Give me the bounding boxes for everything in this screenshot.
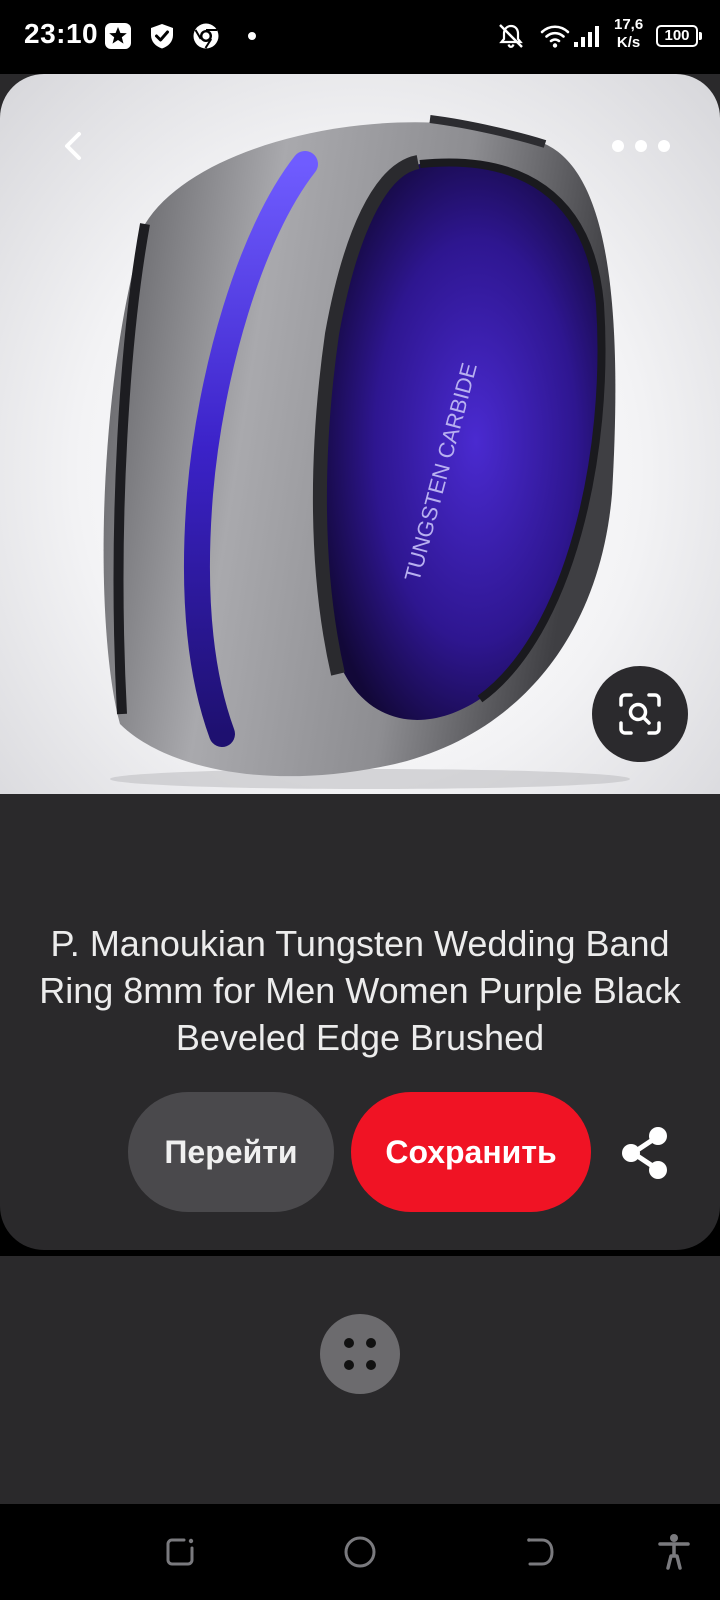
more-pins-area [0,1256,720,1504]
lens-search-icon [619,693,661,735]
network-speed: 17,6 K/s [614,16,643,52]
grid-dot-icon [366,1338,376,1348]
wifi-icon [540,25,570,48]
status-time: 23:10 [24,18,99,49]
save-button[interactable]: Сохранить [351,1092,591,1212]
more-dot-icon [612,140,624,152]
visual-search-button[interactable] [592,666,688,762]
share-icon[interactable] [616,1124,674,1182]
accessibility-icon[interactable] [654,1532,694,1572]
more-ideas-button[interactable] [320,1314,400,1394]
notifications-off-icon [499,24,523,48]
home-icon[interactable] [340,1532,380,1572]
grid-dot-icon [344,1360,354,1370]
battery-indicator: 100 [656,25,702,47]
network-speed-value: 17,6 [614,16,644,33]
back-nav-icon[interactable] [520,1532,560,1572]
cellular-signal-icon [574,26,599,47]
grid-dot-icon [344,1338,354,1348]
shield-icon [151,24,173,49]
pin-image[interactable]: TUNGSTEN CARBIDE [0,74,720,794]
pin-title: P. Manoukian Tungsten Wedding Band Ring … [39,923,681,1058]
more-dot-icon [658,140,670,152]
network-speed-unit: K/s [616,34,641,51]
pin-card: TUNGSTEN CARBIDE P. Manoukian Tungsten W… [0,74,720,1250]
more-options-button[interactable] [612,126,670,166]
chrome-icon [193,23,219,49]
visit-button[interactable]: Перейти [128,1092,334,1212]
status-bar: 23:10 17,6 K/s 100 [0,0,720,74]
system-navigation-bar [0,1504,720,1600]
more-dot-icon [635,140,647,152]
grid-dot-icon [366,1360,376,1370]
star-notification-icon [105,23,131,49]
chevron-left-icon [65,132,81,160]
more-notifications-dot [248,32,256,40]
recent-apps-icon[interactable] [160,1532,200,1572]
back-button[interactable] [48,120,100,172]
